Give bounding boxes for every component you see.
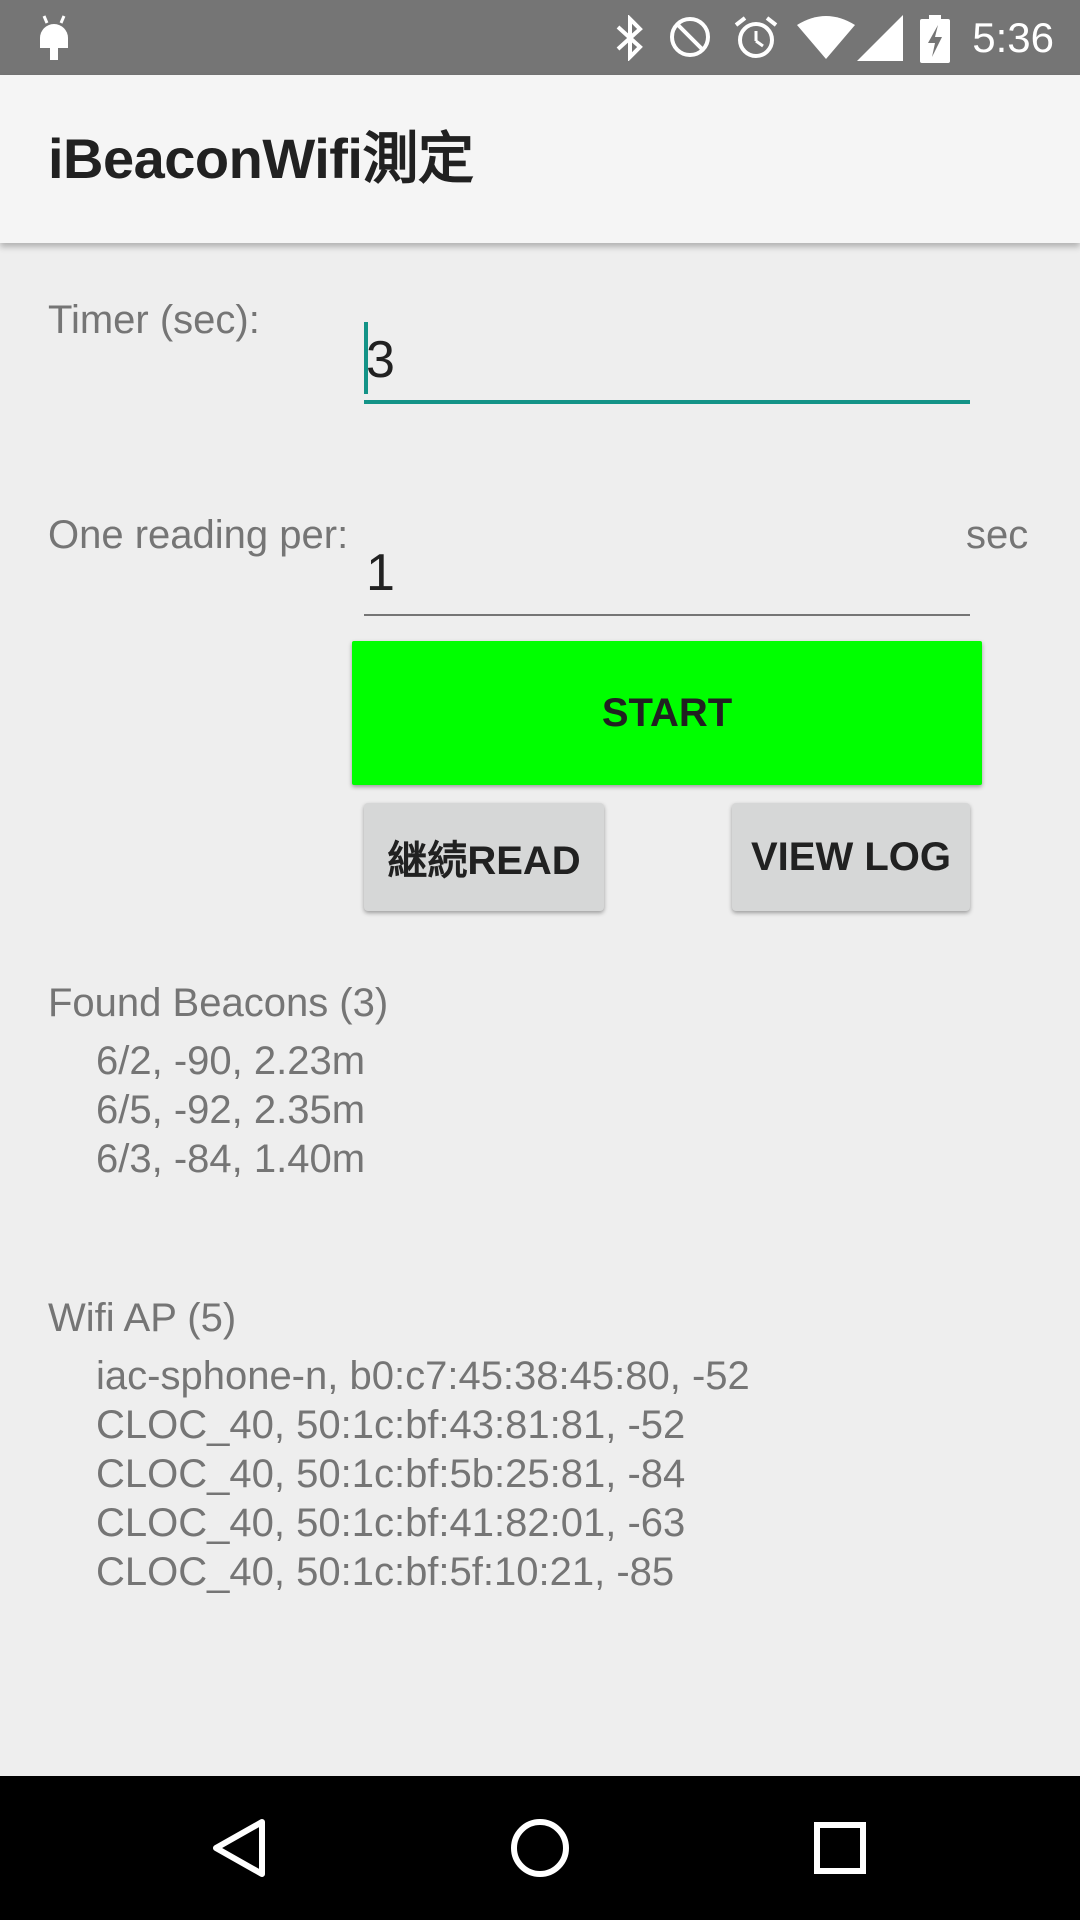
reading-label: One reading per: [48,513,349,557]
beacon-item: 6/3, -84, 1.40m [96,1137,366,1181]
app-bar: iBeaconWifi測定 [0,75,1080,243]
wifi-title: Wifi AP (5) [48,1296,237,1340]
android-debug-icon [40,15,68,60]
wifi-icon [797,16,855,59]
reading-interval-input[interactable] [364,532,970,616]
view-log-button[interactable]: VIEW LOG [732,803,970,911]
do-not-disturb-icon [670,17,710,57]
cell-signal-icon [857,15,903,61]
continue-read-button[interactable]: 継続READ [364,803,604,911]
wifi-item: CLOC_40, 50:1c:bf:5b:25:81, -84 [96,1452,686,1496]
timer-input[interactable] [364,320,970,404]
beacons-list: 6/2, -90, 2.23m 6/5, -92, 2.35m 6/3, -84… [96,1037,365,1184]
reading-unit-label: sec [966,513,1029,557]
wifi-item: iac-sphone-n, b0:c7:45:38:45:80, -52 [96,1354,750,1398]
wifi-item: CLOC_40, 50:1c:bf:41:82:01, -63 [96,1501,686,1545]
timer-label: Timer (sec): [48,298,260,342]
status-bar: 5:36 [0,0,1080,75]
start-button[interactable]: START [352,641,982,785]
back-icon[interactable] [208,1816,272,1880]
home-icon[interactable] [508,1816,572,1880]
text-cursor [364,322,368,394]
recents-icon[interactable] [808,1816,872,1880]
alarm-icon [734,16,778,58]
app-title: iBeaconWifi測定 [48,127,474,190]
wifi-item: CLOC_40, 50:1c:bf:5f:10:21, -85 [96,1550,675,1594]
beacon-item: 6/2, -90, 2.23m [96,1039,366,1083]
beacon-item: 6/5, -92, 2.35m [96,1088,366,1132]
wifi-list: iac-sphone-n, b0:c7:45:38:45:80, -52 CLO… [96,1352,750,1597]
beacons-title: Found Beacons (3) [48,981,389,1025]
navigation-bar [0,1776,1080,1920]
bluetooth-icon [616,15,643,61]
battery-charging-icon [920,15,950,63]
wifi-item: CLOC_40, 50:1c:bf:43:81:81, -52 [96,1403,686,1447]
status-time: 5:36 [972,14,1054,61]
